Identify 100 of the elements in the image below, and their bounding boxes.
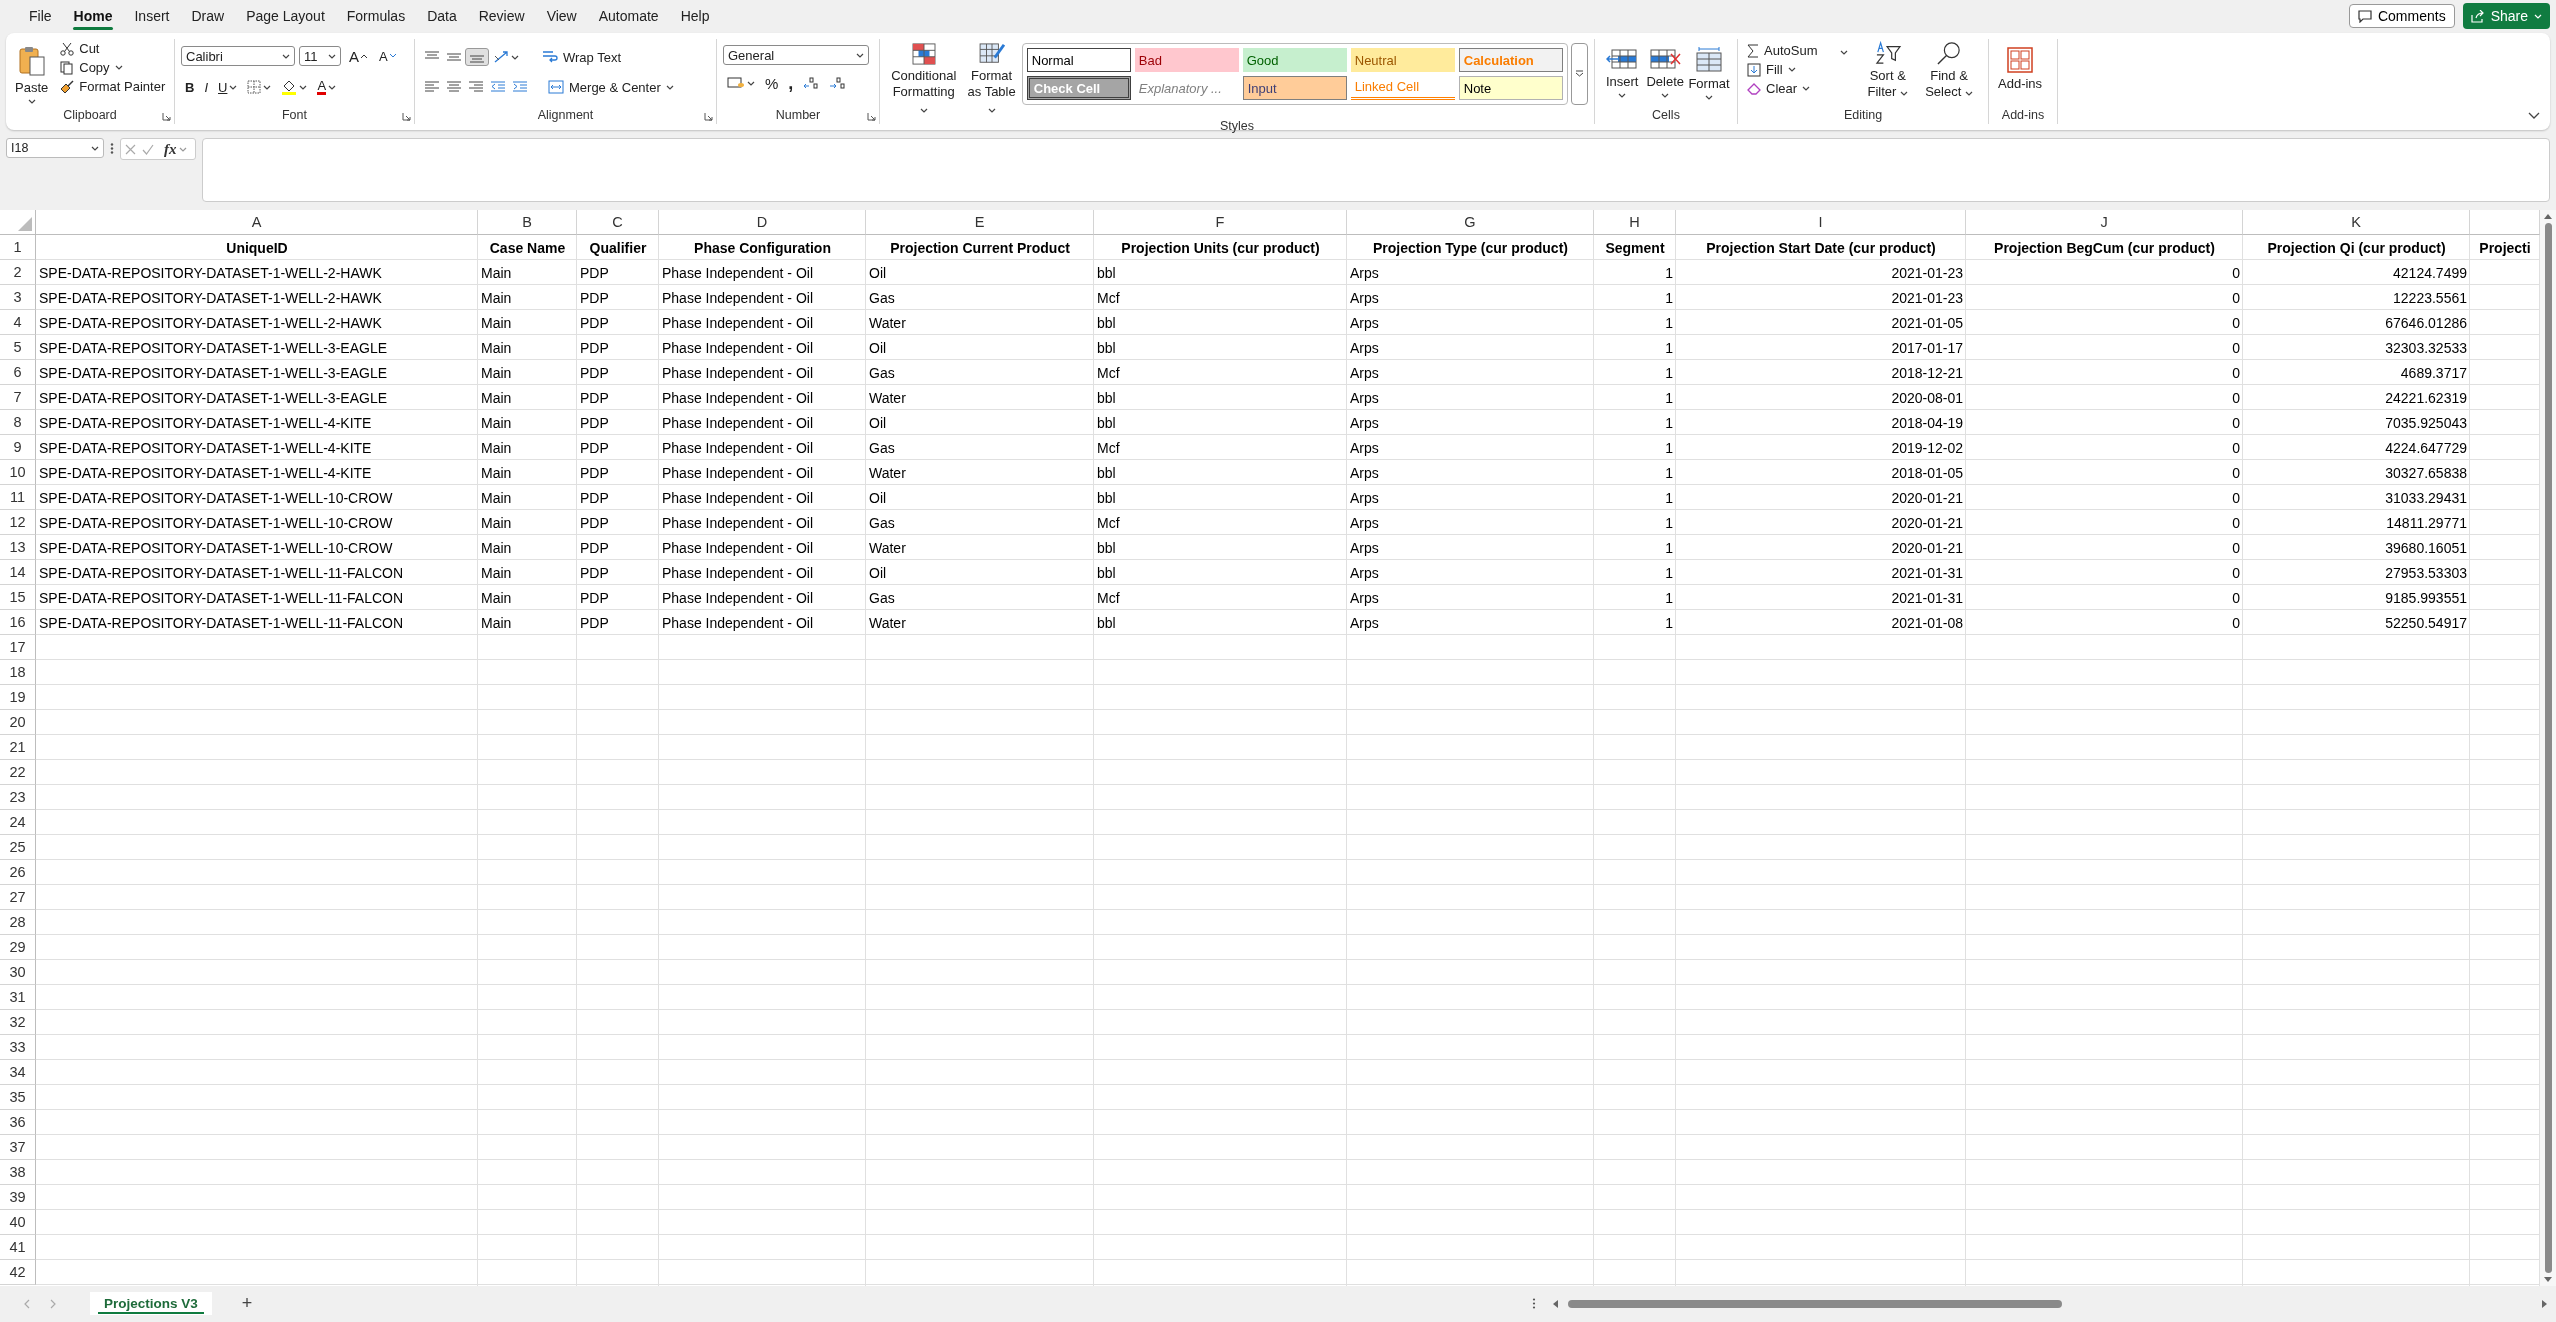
clear-button[interactable]: Clear (1744, 79, 1852, 98)
row-header[interactable]: 21 (0, 735, 36, 760)
column-header[interactable]: A (36, 210, 478, 235)
share-button[interactable]: Share (2462, 3, 2550, 29)
percent-button[interactable]: % (761, 72, 783, 94)
add-ins-button[interactable]: Add-ins (1995, 45, 2046, 108)
font-size-dropdown[interactable]: 11 (299, 46, 341, 66)
row-header[interactable]: 6 (0, 360, 36, 385)
more-options-icon[interactable] (110, 143, 114, 154)
ribbon-tab[interactable]: Insert (123, 4, 181, 28)
cell-style[interactable]: Good (1242, 48, 1347, 72)
ribbon-tab[interactable]: Draw (180, 4, 236, 28)
row-header[interactable]: 36 (0, 1110, 36, 1135)
cancel-icon[interactable] (125, 143, 136, 155)
underline-button[interactable]: U (214, 77, 242, 97)
row-header[interactable]: 33 (0, 1035, 36, 1060)
ribbon-tab[interactable]: Review (467, 4, 536, 28)
row-header[interactable]: 23 (0, 785, 36, 810)
delete-button[interactable]: Delete (1643, 45, 1687, 108)
row-header[interactable]: 1 (0, 235, 36, 260)
ribbon-tab[interactable]: Help (669, 4, 721, 28)
row-header[interactable]: 12 (0, 510, 36, 535)
column-header[interactable]: K (2243, 210, 2470, 235)
row-header[interactable]: 40 (0, 1210, 36, 1235)
cell-style[interactable]: Bad (1134, 48, 1239, 72)
column-header[interactable]: J (1966, 210, 2243, 235)
number-format-dropdown[interactable]: General (723, 45, 869, 65)
autosum-button[interactable]: AutoSum (1744, 41, 1852, 60)
row-header[interactable]: 2 (0, 260, 36, 285)
fill-button[interactable]: Fill (1744, 60, 1852, 79)
cell-style[interactable]: Normal (1026, 48, 1131, 72)
column-header[interactable]: C (577, 210, 659, 235)
row-header[interactable]: 4 (0, 310, 36, 335)
dialog-launcher-icon[interactable] (704, 112, 713, 121)
row-header[interactable]: 3 (0, 285, 36, 310)
row-header[interactable]: 25 (0, 835, 36, 860)
font-color-button[interactable]: A (313, 77, 341, 97)
gallery-more-button[interactable] (1570, 43, 1588, 105)
scroll-right-icon[interactable] (2542, 1299, 2548, 1308)
column-header[interactable]: G (1347, 210, 1594, 235)
shrink-font-button[interactable]: A (375, 46, 400, 66)
row-header[interactable]: 30 (0, 960, 36, 985)
row-header[interactable]: 13 (0, 535, 36, 560)
formula-input[interactable] (201, 138, 2550, 202)
row-header[interactable]: 26 (0, 860, 36, 885)
dialog-launcher-icon[interactable] (162, 112, 171, 121)
ribbon-tab[interactable]: Formulas (335, 4, 417, 28)
cut-button[interactable]: Cut (57, 39, 169, 58)
grow-font-button[interactable]: A (345, 45, 371, 67)
format-as-table-button[interactable]: Format as Table (961, 41, 1022, 119)
row-header[interactable]: 38 (0, 1160, 36, 1185)
row-header[interactable]: 19 (0, 685, 36, 710)
wrap-text-button[interactable]: Wrap Text (539, 47, 625, 67)
row-header[interactable]: 28 (0, 910, 36, 935)
find-select-button[interactable]: Find & Select (1916, 39, 1982, 108)
ribbon-tab[interactable]: View (535, 4, 588, 28)
row-header[interactable]: 37 (0, 1135, 36, 1160)
row-header[interactable]: 10 (0, 460, 36, 485)
row-header[interactable]: 31 (0, 985, 36, 1010)
column-header[interactable]: D (659, 210, 866, 235)
format-button[interactable]: Format (1687, 45, 1731, 108)
cell-style[interactable]: Note (1458, 76, 1563, 100)
row-header[interactable]: 17 (0, 635, 36, 660)
row-header[interactable]: 8 (0, 410, 36, 435)
ribbon-tab[interactable]: File (18, 4, 63, 28)
check-icon[interactable] (142, 143, 154, 155)
merge-center-button[interactable]: Merge & Center (545, 77, 677, 97)
cell-style[interactable]: Input (1242, 76, 1347, 100)
column-header[interactable]: E (866, 210, 1094, 235)
row-header[interactable]: 39 (0, 1185, 36, 1210)
column-header[interactable]: H (1594, 210, 1676, 235)
row-header[interactable]: 22 (0, 760, 36, 785)
row-header[interactable]: 16 (0, 610, 36, 635)
row-header[interactable]: 15 (0, 585, 36, 610)
bottom-align-button[interactable] (465, 48, 489, 66)
row-header[interactable]: 29 (0, 935, 36, 960)
scroll-left-icon[interactable] (1552, 1299, 1558, 1308)
column-header[interactable]: I (1676, 210, 1966, 235)
collapse-ribbon-icon[interactable] (2528, 112, 2540, 120)
comments-button[interactable]: Comments (2348, 4, 2455, 28)
row-header[interactable]: 5 (0, 335, 36, 360)
paste-button[interactable]: Paste (12, 43, 52, 108)
sheet-tab[interactable]: Projections V3 (90, 1292, 212, 1315)
row-header[interactable]: 7 (0, 385, 36, 410)
row-header[interactable]: 20 (0, 710, 36, 735)
add-sheet-button[interactable]: + (235, 1293, 259, 1314)
ribbon-tab[interactable]: Automate (587, 4, 670, 28)
copy-button[interactable]: Copy (57, 58, 169, 77)
font-family-dropdown[interactable]: Calibri (181, 46, 295, 66)
sort-filter-button[interactable]: Sort & Filter (1859, 39, 1917, 108)
row-header[interactable]: 11 (0, 485, 36, 510)
cell-style[interactable]: Neutral (1350, 48, 1455, 72)
italic-button[interactable]: I (200, 77, 212, 97)
row-header[interactable]: 32 (0, 1010, 36, 1035)
select-all-icon[interactable] (18, 217, 32, 231)
conditional-formatting-button[interactable]: Conditional Formatting (886, 41, 962, 119)
dialog-launcher-icon[interactable] (867, 112, 876, 121)
bold-button[interactable]: B (181, 77, 199, 97)
row-header[interactable]: 41 (0, 1235, 36, 1260)
ribbon-tab[interactable]: Page Layout (235, 4, 336, 28)
